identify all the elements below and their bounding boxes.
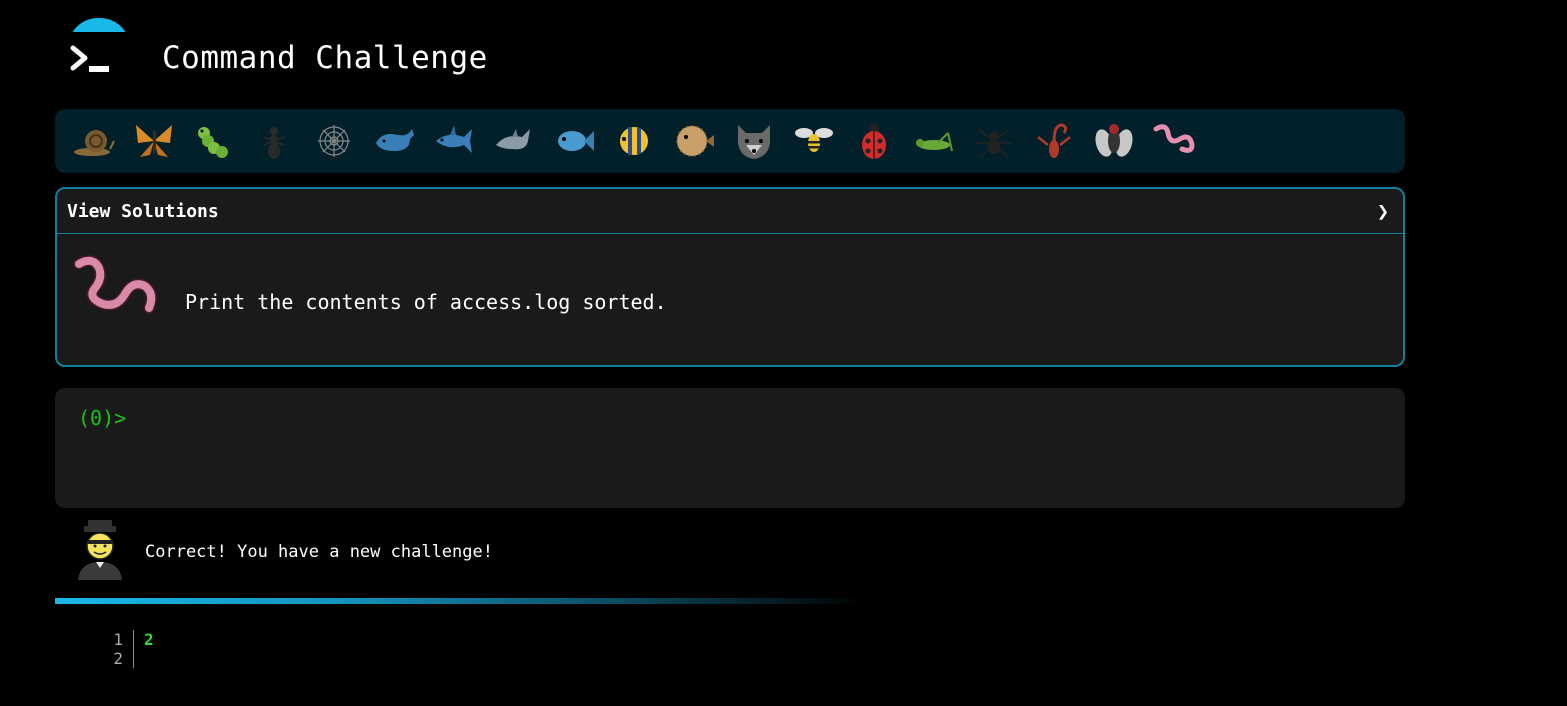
- pufferfish-icon: [676, 125, 714, 157]
- level-fish[interactable]: [544, 116, 604, 166]
- fish-icon: [558, 131, 594, 151]
- challenge-body: Print the contents of access.log sorted.: [57, 234, 1403, 365]
- fly-icon: [1095, 124, 1133, 157]
- output-line: 2: [144, 630, 154, 649]
- wolf-icon: [738, 125, 770, 159]
- level-ladybug[interactable]: [844, 116, 904, 166]
- level-snail[interactable]: [64, 116, 124, 166]
- feedback-message: Correct! You have a new challenge!: [145, 542, 493, 562]
- level-tropical-fish[interactable]: [604, 116, 664, 166]
- level-whale[interactable]: [364, 116, 424, 166]
- terminal-prompt-icon: [70, 45, 109, 72]
- page-title: Command Challenge: [162, 40, 488, 76]
- level-fly[interactable]: [1084, 116, 1144, 166]
- ant-icon: [263, 127, 285, 159]
- level-butterfly[interactable]: [124, 116, 184, 166]
- line-number-gutter: 1 2: [100, 630, 134, 668]
- spider-icon: [976, 128, 1012, 158]
- terminal-input-area[interactable]: (0)>: [55, 388, 1405, 508]
- level-pufferfish[interactable]: [664, 116, 724, 166]
- challenge-panel: View Solutions ❯ Print the contents of a…: [55, 187, 1405, 367]
- line-number: 1: [113, 630, 123, 649]
- chevron-right-icon: ❯: [1376, 199, 1389, 223]
- terminal-prompt: (0)>: [78, 406, 127, 430]
- line-number: 2: [113, 649, 123, 668]
- level-shark[interactable]: [424, 116, 484, 166]
- progress-bar: [55, 598, 865, 604]
- level-bee[interactable]: [784, 116, 844, 166]
- worm-icon: [1153, 124, 1195, 153]
- level-bar: [55, 109, 1405, 173]
- challenge-description: Print the contents of access.log sorted.: [185, 290, 667, 314]
- whale-icon: [376, 129, 414, 151]
- level-cricket[interactable]: [904, 116, 964, 166]
- cricket-icon: [916, 132, 953, 152]
- level-spider[interactable]: [964, 116, 1024, 166]
- level-worm[interactable]: [1144, 116, 1204, 166]
- caterpillar-icon: [198, 127, 228, 158]
- level-dolphin[interactable]: [484, 116, 544, 166]
- scorpion-icon: [1037, 123, 1071, 158]
- butterfly-icon: [136, 125, 172, 157]
- shark-icon: [436, 125, 472, 153]
- worm-icon: [73, 255, 157, 314]
- bee-icon: [795, 128, 833, 152]
- avatar: [78, 520, 122, 580]
- level-caterpillar[interactable]: [184, 116, 244, 166]
- level-ant[interactable]: [244, 116, 304, 166]
- level-scorpion[interactable]: [1024, 116, 1084, 166]
- ladybug-icon: [862, 124, 886, 159]
- tropical-fish-icon: [620, 127, 648, 155]
- view-solutions-label: View Solutions: [67, 200, 219, 222]
- snail-icon: [74, 130, 115, 156]
- level-wolf[interactable]: [724, 116, 784, 166]
- view-solutions-toggle[interactable]: View Solutions ❯: [57, 189, 1403, 234]
- dolphin-icon: [496, 129, 530, 150]
- spider-web-icon: [318, 125, 350, 157]
- level-spider-web[interactable]: [304, 116, 364, 166]
- app-logo: [68, 18, 130, 80]
